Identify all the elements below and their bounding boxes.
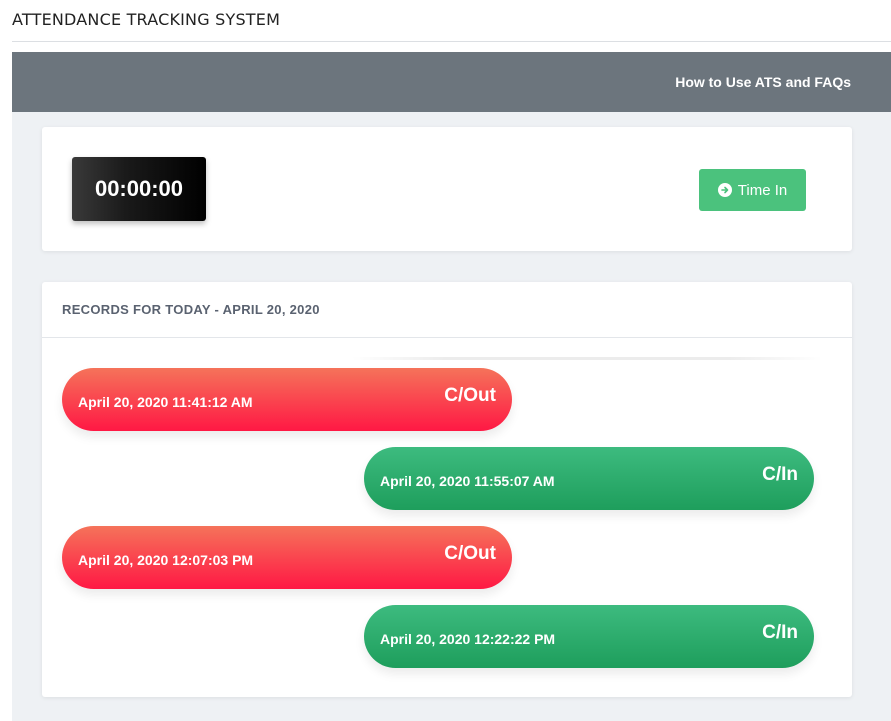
arrow-circle-right-icon [717,183,732,197]
record-type: C/In [762,622,798,643]
time-in-button[interactable]: Time In [699,169,806,211]
record-type: C/Out [444,385,496,406]
clock-out-record: April 20, 2020 11:41:12 AM C/Out [62,368,512,431]
record-type: C/In [762,464,798,485]
record-row: April 20, 2020 11:41:12 AM C/Out [62,368,831,438]
record-row: April 20, 2020 12:07:03 PM C/Out [62,526,831,596]
record-type: C/Out [444,543,496,564]
record-row: April 20, 2020 12:22:22 PM C/In [62,605,831,675]
timer-card: 00:00:00 Time In [42,127,852,251]
top-navbar: How to Use ATS and FAQs [12,52,891,112]
clock-in-record: April 20, 2020 12:22:22 PM C/In [364,605,814,668]
main-content: 00:00:00 Time In RECORDS FOR TODAY - APR… [12,112,891,721]
records-header: RECORDS FOR TODAY - APRIL 20, 2020 [42,282,852,338]
timeline-divider [352,357,822,360]
record-timestamp: April 20, 2020 11:41:12 AM [78,394,253,410]
help-faq-link[interactable]: How to Use ATS and FAQs [675,74,851,90]
elapsed-timer: 00:00:00 [72,157,206,221]
clock-in-record: April 20, 2020 11:55:07 AM C/In [364,447,814,510]
title-divider [12,41,891,42]
time-in-label: Time In [737,181,788,199]
record-row: April 20, 2020 11:55:07 AM C/In [62,447,831,517]
record-timestamp: April 20, 2020 12:22:22 PM [380,631,556,647]
records-card: RECORDS FOR TODAY - APRIL 20, 2020 April… [42,282,852,697]
record-timestamp: April 20, 2020 11:55:07 AM [380,473,555,489]
app-title: ATTENDANCE TRACKING SYSTEM [12,10,281,29]
clock-out-record: April 20, 2020 12:07:03 PM C/Out [62,526,512,589]
record-timestamp: April 20, 2020 12:07:03 PM [78,552,254,568]
